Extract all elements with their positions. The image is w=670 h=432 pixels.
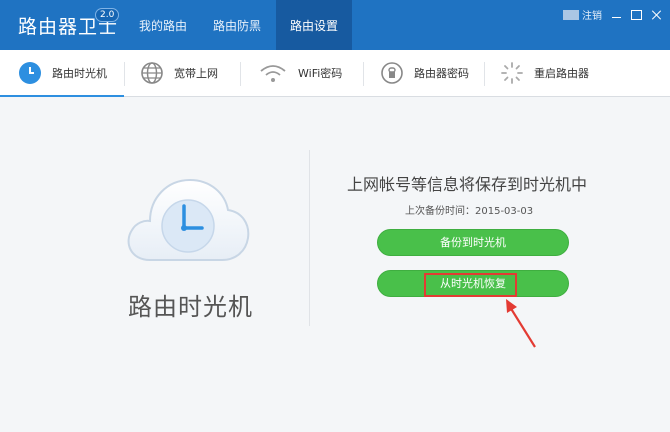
subnav-divider: [484, 62, 485, 86]
subnav-label: 重启路由器: [534, 67, 589, 80]
version-badge: 2.0: [95, 8, 120, 22]
subnav-divider: [240, 62, 241, 86]
lock-circle-icon: [380, 61, 404, 85]
minimize-icon[interactable]: [611, 10, 622, 20]
close-icon[interactable]: [651, 10, 662, 20]
settings-subnav: 路由时光机 宽带上网 WiFi密码 路由器密码 重启路由器: [0, 50, 670, 97]
globe-icon: [140, 61, 164, 85]
subnav-divider: [363, 62, 364, 86]
backup-button[interactable]: 备份到时光机: [377, 229, 569, 256]
account-area[interactable]: 注销: [563, 7, 602, 22]
tab-router-settings[interactable]: 路由设置: [276, 0, 352, 50]
subnav-item-restart-router[interactable]: 重启路由器: [500, 50, 610, 96]
last-backup-time: 上次备份时间：2015-03-03: [405, 206, 534, 217]
maximize-icon[interactable]: [631, 9, 642, 20]
subnav-item-broadband[interactable]: 宽带上网: [140, 50, 252, 96]
cloud-clock-icon: [122, 168, 252, 268]
subnav-item-wifi-password[interactable]: WiFi密码: [258, 50, 370, 96]
vertical-divider: [309, 150, 310, 326]
logout-link[interactable]: 注销: [582, 7, 602, 22]
cloud-clock-icon: [18, 61, 42, 85]
subnav-item-time-machine[interactable]: 路由时光机: [0, 50, 124, 97]
feature-title: 路由时光机: [128, 293, 253, 321]
tab-router-protection[interactable]: 路由防黑: [202, 0, 272, 50]
annotation-arrow-icon: [495, 293, 545, 353]
tab-my-router[interactable]: 我的路由: [128, 0, 198, 50]
subnav-label: 路由时光机: [52, 66, 107, 80]
subnav-label: 宽带上网: [174, 67, 218, 80]
avatar: [563, 9, 579, 20]
window-controls: 注销: [563, 7, 662, 22]
subnav-item-router-password[interactable]: 路由器密码: [380, 50, 484, 96]
info-title: 上网帐号等信息将保存到时光机中: [347, 175, 588, 194]
subnav-label: WiFi密码: [298, 67, 343, 80]
subnav-label: 路由器密码: [414, 67, 469, 80]
title-bar: 路由器卫士 2.0 我的路由 路由防黑 路由设置 注销: [0, 0, 670, 50]
restart-spinner-icon: [500, 61, 524, 85]
wifi-icon: [258, 61, 288, 85]
time-machine-panel: 路由时光机 上网帐号等信息将保存到时光机中 上次备份时间：2015-03-03 …: [0, 98, 670, 432]
subnav-divider: [124, 62, 125, 86]
